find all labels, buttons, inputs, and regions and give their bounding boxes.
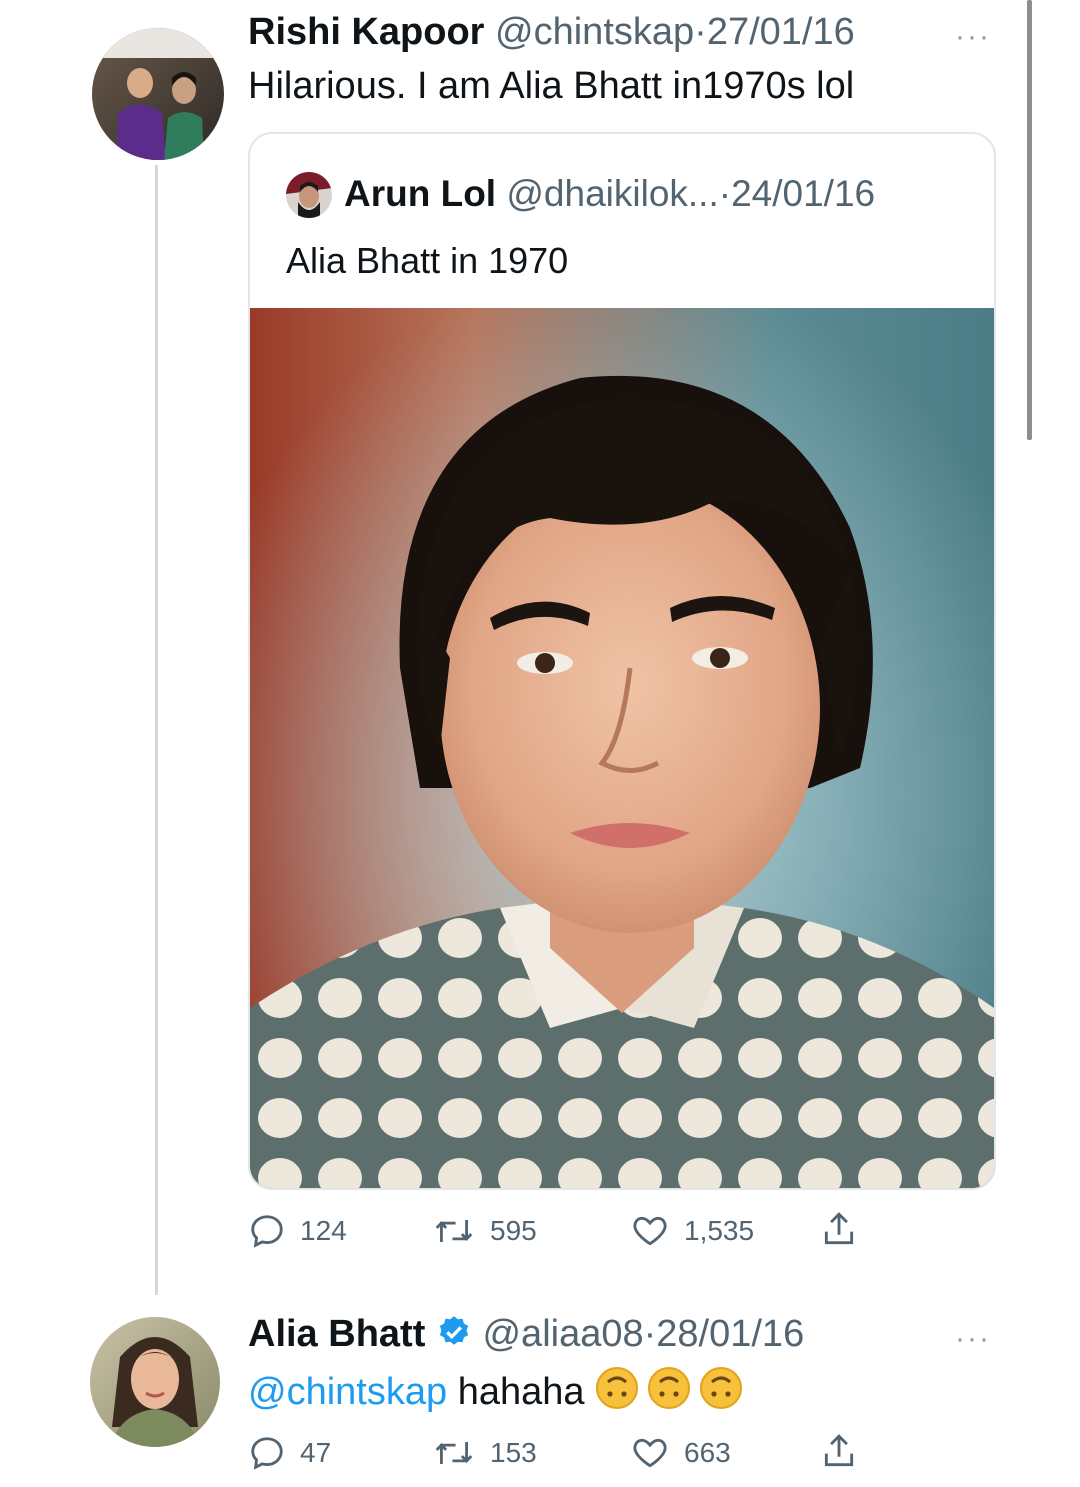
quoted-handle[interactable]: @dhaikilok...: [506, 173, 718, 214]
quoted-separator: ·: [718, 173, 732, 214]
quoted-date[interactable]: 24/01/16: [731, 173, 875, 214]
avatar-arun-lol: [286, 172, 332, 218]
tweet1-text: Hilarious. I am Alia Bhatt in1970s lol: [248, 65, 855, 107]
quoted-text: Alia Bhatt in 1970: [286, 240, 569, 281]
reply-icon: [248, 1212, 286, 1250]
tweet2-handle[interactable]: @aliaa08: [482, 1313, 643, 1355]
share-icon: [820, 1210, 858, 1250]
tweet1-retweet-count: 595: [490, 1215, 537, 1246]
tweet2-like-button[interactable]: 663: [630, 1434, 731, 1472]
quoted-header: Arun Lol @dhaikilok...·24/01/16: [344, 172, 875, 216]
tweet1-action-bar: 124 595 1,535: [248, 1208, 868, 1258]
tweet1-separator: ·: [694, 11, 707, 53]
tweet2-separator: ·: [643, 1313, 657, 1355]
thread-connector-line: [155, 165, 158, 1295]
tweet2-action-bar: 47 153 663: [248, 1430, 868, 1480]
tweet1-retweet-button[interactable]: 595: [432, 1212, 537, 1250]
tweet2-header: Alia Bhatt @aliaa08·28/01/16: [248, 1312, 804, 1360]
share-icon: [820, 1432, 858, 1472]
tweet2-date[interactable]: 28/01/16: [656, 1313, 804, 1355]
avatar-alia-bhatt[interactable]: [90, 1317, 220, 1447]
tweet2-text: @chintskap hahaha: [248, 1366, 743, 1415]
verified-badge-icon: [436, 1314, 472, 1360]
quoted-tweet-card[interactable]: Arun Lol @dhaikilok...·24/01/16 Alia Bha…: [248, 132, 996, 1190]
upside-down-face-emoji-1: [596, 1367, 639, 1409]
tweet2-like-count: 663: [684, 1437, 731, 1468]
quoted-photo[interactable]: [250, 308, 994, 1188]
tweet1-reply-button[interactable]: 124: [248, 1212, 347, 1250]
quoted-display-name[interactable]: Arun Lol: [344, 173, 496, 214]
upside-down-face-emoji-3: [700, 1367, 743, 1409]
tweet2-mention-link[interactable]: @chintskap: [248, 1371, 447, 1413]
avatar-rishi-kapoor[interactable]: [92, 28, 224, 160]
emoji-group: [595, 1366, 743, 1410]
reply-icon: [248, 1434, 286, 1472]
tweet2-display-name[interactable]: Alia Bhatt: [248, 1313, 425, 1355]
tweet2-body: hahaha: [457, 1371, 585, 1413]
tweet1-like-count: 1,535: [684, 1215, 755, 1246]
tweet1-like-button[interactable]: 1,535: [630, 1212, 754, 1250]
tweet1-header: Rishi Kapoor @chintskap·27/01/16: [248, 10, 855, 54]
tweet2-retweet-count: 153: [490, 1437, 537, 1468]
like-icon: [630, 1212, 670, 1250]
tweet2-share-button[interactable]: [820, 1432, 858, 1472]
tweet1-date[interactable]: 27/01/16: [707, 11, 855, 53]
upside-down-face-emoji-2: [648, 1367, 691, 1409]
retweet-icon: [432, 1212, 476, 1250]
tweet1-share-button[interactable]: [820, 1210, 858, 1250]
tweet2-retweet-button[interactable]: 153: [432, 1434, 537, 1472]
tweet2-reply-button[interactable]: 47: [248, 1434, 331, 1472]
tweet2-reply-count: 47: [300, 1437, 332, 1468]
tweet2-more-icon[interactable]: ···: [955, 1322, 991, 1356]
like-icon: [630, 1434, 670, 1472]
tweet1-display-name[interactable]: Rishi Kapoor: [248, 11, 484, 53]
tweet1-handle[interactable]: @chintskap: [495, 11, 694, 53]
tweet1-reply-count: 124: [300, 1215, 347, 1246]
tweet1-more-icon[interactable]: ···: [955, 20, 991, 54]
retweet-icon: [432, 1434, 476, 1472]
scrollbar[interactable]: [1027, 0, 1032, 440]
